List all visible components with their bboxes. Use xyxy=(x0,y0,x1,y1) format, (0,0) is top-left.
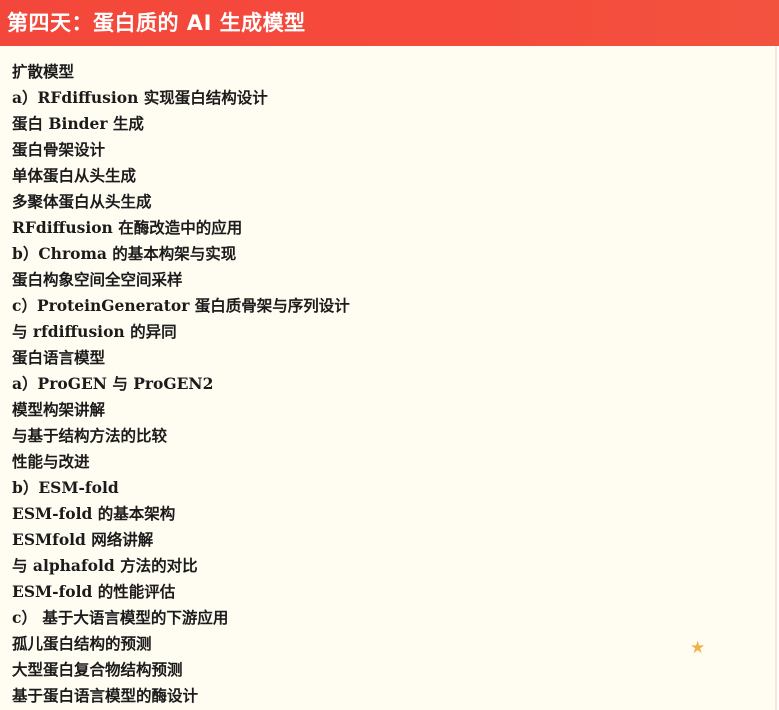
outline-item: 蛋白构象空间全空间采样 xyxy=(12,270,183,289)
outline-item: 大型蛋白复合物结构预测 xyxy=(12,660,183,679)
outline-item: 蛋白 Binder 生成 xyxy=(12,114,144,133)
outline-item: 扩散模型 xyxy=(12,62,75,81)
outline-item: 蛋白语言模型 xyxy=(12,348,106,367)
outline-item: 与 rfdiffusion 的异同 xyxy=(12,322,177,341)
outline-item: 多聚体蛋白从头生成 xyxy=(12,192,152,211)
outline-item: b）Chroma 的基本构架与实现 xyxy=(12,244,237,263)
outline-item: c） 基于大语言模型的下游应用 xyxy=(12,608,229,627)
outline-item: 与 alphafold 方法的对比 xyxy=(12,556,198,575)
outline-item: a）RFdiffusion 实现蛋白结构设计 xyxy=(12,88,268,107)
header-banner: 第四天：蛋白质的 AI 生成模型 xyxy=(0,0,779,46)
outline-item: 蛋白骨架设计 xyxy=(12,140,106,159)
outline-item: 模型构架讲解 xyxy=(12,400,106,419)
outline-item: 基于蛋白语言模型的酶设计 xyxy=(12,686,199,705)
content-panel: 扩散模型 a）RFdiffusion 实现蛋白结构设计 蛋白 Binder 生成… xyxy=(0,46,777,710)
outline-item: 性能与改进 xyxy=(12,452,90,471)
outline-item: ESM-fold 的性能评估 xyxy=(12,582,176,601)
outline-item: a）ProGEN 与 ProGEN2 xyxy=(12,374,214,393)
outline-item: RFdiffusion 在酶改造中的应用 xyxy=(12,218,243,237)
outline-item: ESMfold 网络讲解 xyxy=(12,530,154,549)
outline-item: c）ProteinGenerator 蛋白质骨架与序列设计 xyxy=(12,296,350,315)
outline-item: 单体蛋白从头生成 xyxy=(12,166,137,185)
outline-item: 孤儿蛋白结构的预测 xyxy=(12,634,152,653)
outline-item: b）ESM-fold xyxy=(12,478,119,497)
page-title: 第四天：蛋白质的 AI 生成模型 xyxy=(7,11,306,35)
outline-item: ESM-fold 的基本架构 xyxy=(12,504,176,523)
outline-item: 与基于结构方法的比较 xyxy=(12,426,168,445)
outline-list: 扩散模型 a）RFdiffusion 实现蛋白结构设计 蛋白 Binder 生成… xyxy=(12,59,350,709)
star-icon: ★ xyxy=(690,638,706,658)
